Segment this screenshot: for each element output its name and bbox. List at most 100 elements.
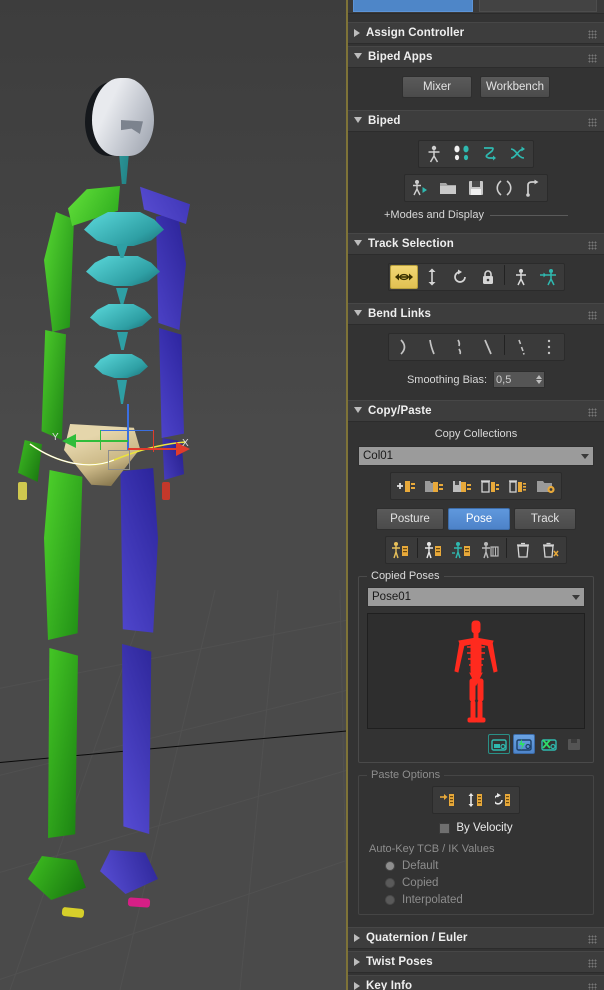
paste-pose-opposite-icon[interactable] (448, 538, 476, 562)
drag-grip-icon[interactable] (588, 54, 597, 63)
save-file-icon[interactable] (462, 176, 490, 200)
rollout-header-copy-paste[interactable]: Copy/Paste (348, 400, 604, 422)
biped-playback-icon[interactable] (406, 176, 434, 200)
pose-thumbnail-figure (454, 620, 498, 723)
convert-icon[interactable] (490, 176, 518, 200)
spinner-arrows[interactable] (536, 375, 543, 384)
paste-vertical-icon[interactable] (462, 788, 490, 812)
zero-twist-icon[interactable] (507, 335, 535, 359)
drag-grip-icon[interactable] (588, 959, 597, 968)
biped-left-hand-nub (18, 482, 27, 500)
smooth-twist-mode-icon[interactable] (474, 335, 502, 359)
gizmo-axis-y[interactable] (72, 440, 128, 442)
body-vertical-icon[interactable] (418, 265, 446, 289)
radio-copied-label: Copied (402, 877, 439, 889)
create-collection-icon[interactable] (392, 474, 420, 498)
biped-right-calf[interactable] (122, 644, 152, 834)
delete-collection-icon[interactable] (476, 474, 504, 498)
pose-tab[interactable]: Pose (448, 508, 510, 530)
drag-grip-icon[interactable] (588, 311, 597, 320)
opposite-tracks-icon[interactable] (535, 265, 563, 289)
rollout-header-bend-links[interactable]: Bend Links (348, 303, 604, 325)
footstep-mode-icon[interactable] (448, 142, 476, 166)
copy-pose-icon[interactable] (387, 538, 415, 562)
modes-and-display-label: +Modes and Display (384, 209, 484, 221)
rollout-quaternion-euler: Quaternion / Euler (348, 927, 604, 949)
rollout-header-quaternion-euler[interactable]: Quaternion / Euler (348, 927, 604, 949)
modes-and-display-link[interactable]: +Modes and Display (354, 209, 598, 221)
track-tab[interactable]: Track (514, 508, 576, 530)
zero-all-icon[interactable] (535, 335, 563, 359)
track-selection-toolbar (387, 263, 565, 291)
load-collection-icon[interactable] (420, 474, 448, 498)
biped-right-thigh[interactable] (120, 468, 158, 633)
delete-all-poses-icon[interactable] (537, 538, 565, 562)
radio-copied[interactable]: Copied (367, 877, 585, 889)
gizmo-axis-z[interactable] (127, 404, 129, 450)
rollout-header-biped-apps[interactable]: Biped Apps (348, 46, 604, 68)
radio-default[interactable]: Default (367, 860, 585, 872)
motion-flow-mode-icon[interactable] (476, 142, 504, 166)
gizmo-xy-plane-handle[interactable] (108, 450, 130, 470)
drag-grip-icon[interactable] (588, 935, 597, 944)
paste-rotation-icon[interactable] (490, 788, 518, 812)
delete-pose-icon[interactable] (509, 538, 537, 562)
symmetrical-tracks-icon[interactable] (507, 265, 535, 289)
drag-grip-icon[interactable] (588, 983, 597, 990)
auto-snapshot-icon[interactable] (513, 734, 535, 754)
paste-to-new-icon[interactable] (476, 538, 504, 562)
drag-grip-icon[interactable] (588, 408, 597, 417)
gizmo-axis-x[interactable] (128, 448, 180, 450)
gizmo-axis-y-arrow[interactable] (62, 434, 76, 448)
smoothing-bias-value: 0,5 (496, 373, 512, 386)
drag-grip-icon[interactable] (588, 241, 597, 250)
radio-button[interactable] (385, 861, 395, 871)
snapshot-viewport-icon[interactable] (488, 734, 510, 754)
chevron-down-icon (572, 594, 580, 600)
rollout-header-key-info[interactable]: Key Info (348, 975, 604, 990)
smoothing-bias-spinner[interactable]: 0,5 (493, 371, 546, 388)
paste-horizontal-icon[interactable] (434, 788, 462, 812)
twist-links-mode-icon[interactable] (418, 335, 446, 359)
workbench-button[interactable]: Workbench (480, 76, 550, 98)
bend-links-mode-icon[interactable] (390, 335, 418, 359)
panel-tab-inactive[interactable] (479, 0, 597, 12)
load-file-icon[interactable] (434, 176, 462, 200)
twist-individual-icon[interactable] (446, 335, 474, 359)
radio-button[interactable] (385, 895, 395, 905)
delete-snapshot-icon[interactable] (538, 734, 560, 754)
figure-mode-icon[interactable] (420, 142, 448, 166)
drag-grip-icon[interactable] (588, 118, 597, 127)
mixer-mode-icon[interactable] (504, 142, 532, 166)
chevron-down-icon (354, 407, 362, 417)
pose-thumbnail[interactable] (367, 613, 585, 729)
rollout-header-track-selection[interactable]: Track Selection (348, 233, 604, 255)
rollout-header-twist-poses[interactable]: Twist Poses (348, 951, 604, 973)
max-load-preferences-icon[interactable] (532, 474, 560, 498)
biped-head[interactable] (92, 78, 154, 156)
posture-tab[interactable]: Posture (376, 508, 444, 530)
body-rotation-icon[interactable] (446, 265, 474, 289)
move-all-mode-icon[interactable] (518, 176, 546, 200)
rollout-header-biped[interactable]: Biped (348, 110, 604, 132)
biped-left-thigh[interactable] (44, 470, 83, 640)
copied-poses-dropdown[interactable]: Pose01 (367, 587, 585, 607)
perspective-viewport[interactable]: X Y (0, 0, 348, 990)
biped-left-calf[interactable] (48, 648, 78, 838)
lock-com-keying-icon[interactable] (474, 265, 502, 289)
by-velocity-checkbox[interactable]: By Velocity (367, 822, 585, 834)
rollout-body-bend-links: Smoothing Bias: 0,5 (348, 325, 604, 398)
body-horizontal-icon[interactable] (389, 265, 418, 289)
rollout-header-assign-controller[interactable]: Assign Controller (348, 22, 604, 44)
checkbox-box[interactable] (439, 822, 451, 834)
save-collection-icon[interactable] (448, 474, 476, 498)
delete-all-collections-icon[interactable] (504, 474, 532, 498)
drag-grip-icon[interactable] (588, 30, 597, 39)
copy-collections-dropdown[interactable]: Col01 (358, 446, 594, 466)
radio-interpolated[interactable]: Interpolated (367, 894, 585, 906)
biped-right-forearm[interactable] (159, 328, 184, 438)
panel-tab-active[interactable] (353, 0, 473, 12)
radio-button[interactable] (385, 878, 395, 888)
mixer-button[interactable]: Mixer (402, 76, 472, 98)
paste-pose-icon[interactable] (420, 538, 448, 562)
